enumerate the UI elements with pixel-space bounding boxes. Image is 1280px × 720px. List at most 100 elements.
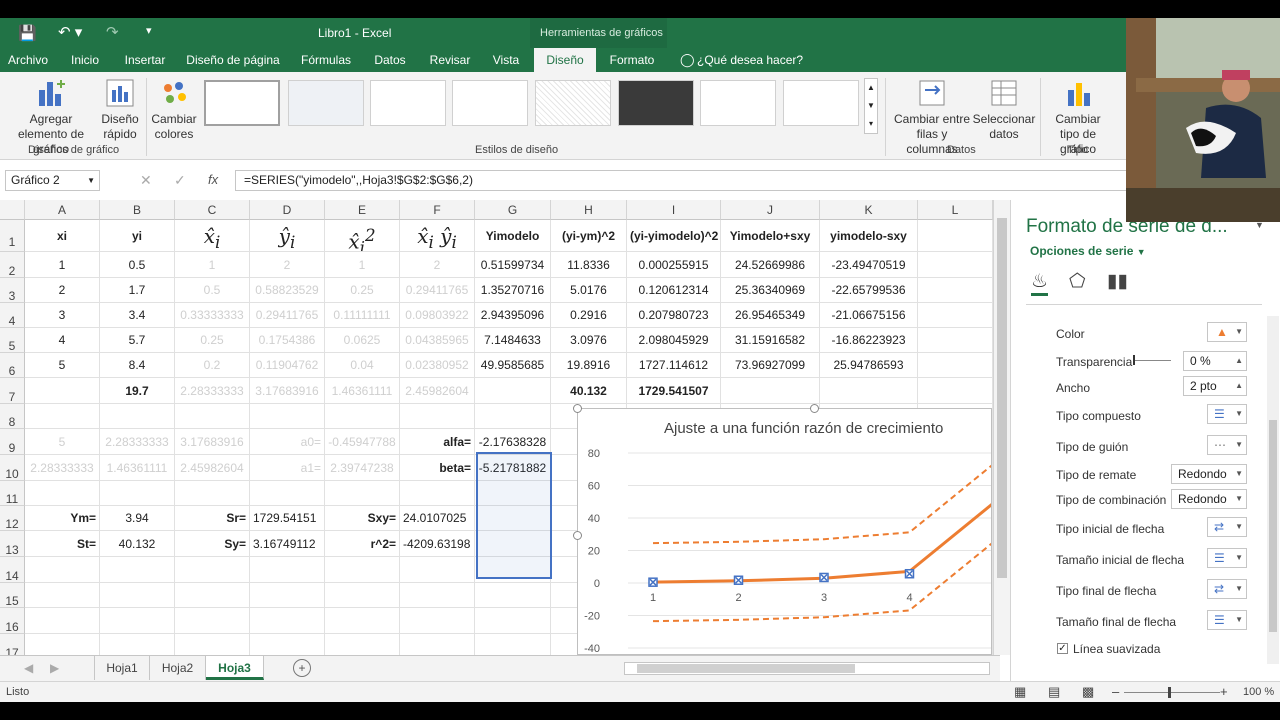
grid-cell[interactable] [400,583,475,608]
grid-cell[interactable] [25,583,100,608]
color-picker[interactable]: ▲ ▼ [1207,322,1247,342]
h-scroll-thumb[interactable] [637,664,855,673]
grid-cell[interactable] [100,583,175,608]
tell-me-box[interactable]: ¿Qué desea hacer? [697,53,803,67]
cell[interactable]: 2.94395096 [475,303,551,328]
tab-diseno[interactable]: Diseño [534,48,596,72]
cell[interactable]: 1727.114612 [627,353,721,378]
styles-scroll[interactable]: ▲ ▼ ▾ [864,78,878,134]
cell[interactable]: 40.132 [551,378,627,404]
cell[interactable]: 0.04385965 [400,328,475,353]
cell[interactable]: 2 [400,252,475,278]
chevron-down-icon[interactable]: ▼ [87,171,95,190]
cell[interactable]: 1 [25,252,100,278]
grid-cell[interactable] [475,378,551,404]
enter-icon[interactable]: ✓ [174,172,186,189]
cell[interactable]: 0.25 [325,278,400,303]
scroll-right-icon[interactable]: ▶ [50,661,59,675]
grid-cell[interactable] [250,404,325,429]
header-yi-ym[interactable]: (yi-ym)^2 [551,220,627,252]
cell[interactable]: beta= [400,455,475,481]
grid-cell[interactable] [25,404,100,429]
cell[interactable]: 1729.54151 [250,506,325,531]
grid-cell[interactable] [918,252,993,278]
cell[interactable]: 5.0176 [551,278,627,303]
vertical-scrollbar[interactable] [993,200,1010,655]
cell[interactable]: 2.39747238 [325,455,400,481]
row-header[interactable]: 5 [0,328,25,353]
cell[interactable]: 7.1484633 [475,328,551,353]
zoom-in-icon[interactable]: + [1220,684,1228,699]
grid-cell[interactable] [25,557,100,583]
grid-cell[interactable] [918,328,993,353]
page-layout-icon[interactable]: ▤ [1048,684,1060,700]
cell[interactable]: 8.4 [100,353,175,378]
cell[interactable]: 0.2916 [551,303,627,328]
grid-cell[interactable] [25,481,100,506]
grid-cell[interactable] [325,404,400,429]
header-math[interactable]: ŷi [250,220,325,252]
chart-style-4[interactable] [452,80,528,126]
row-header[interactable]: 12 [0,506,25,531]
cell[interactable]: 2.28333333 [175,378,250,404]
grid-cell[interactable] [250,634,325,655]
grid-cell[interactable] [820,378,918,404]
row-header[interactable]: 15 [0,583,25,608]
cell[interactable]: 1.46361111 [325,378,400,404]
grid-cell[interactable] [175,583,250,608]
tab-revisar[interactable]: Revisar [424,48,476,72]
grid-cell[interactable] [475,634,551,655]
cell[interactable]: 0.58823529 [250,278,325,303]
grid-cell[interactable] [475,583,551,608]
cap-type-dropdown[interactable]: Redondo ▼ [1171,464,1247,484]
cell[interactable]: 1 [325,252,400,278]
grid-cell[interactable] [400,608,475,634]
dash-type-dropdown[interactable]: ⋯ ▼ [1207,435,1247,455]
grid-cell[interactable] [175,634,250,655]
chart-style-8[interactable] [783,80,859,126]
grid-cell[interactable] [250,557,325,583]
column-header[interactable]: B [100,200,175,220]
row-header[interactable]: 13 [0,531,25,557]
grid-cell[interactable] [325,583,400,608]
normal-view-icon[interactable]: ▦ [1014,684,1026,700]
cell[interactable]: 4 [25,328,100,353]
cell[interactable]: Sr= [175,506,250,531]
undo-icon[interactable]: ↶ ▾ [58,23,82,41]
cell[interactable]: 2.28333333 [100,429,175,455]
cell[interactable]: 11.8336 [551,252,627,278]
grid-cell[interactable] [475,608,551,634]
cell[interactable]: 0.04 [325,353,400,378]
cell[interactable]: 0.09803922 [400,303,475,328]
cell[interactable]: -23.49470519 [820,252,918,278]
grid-cell[interactable] [175,481,250,506]
cell[interactable]: 5.7 [100,328,175,353]
grid-cell[interactable] [325,557,400,583]
row-header[interactable]: 17 [0,634,25,655]
cell[interactable]: -0.45947788 [325,429,400,455]
chart-handle[interactable] [573,531,582,540]
scroll-thumb[interactable] [997,218,1007,578]
cell[interactable]: 19.8916 [551,353,627,378]
grid-cell[interactable] [100,608,175,634]
sheet-tab-hoja2[interactable]: Hoja2 [150,656,206,680]
begin-arrow-type-dropdown[interactable]: ⇄ ▼ [1207,517,1247,537]
cell[interactable]: 0.120612314 [627,278,721,303]
width-input[interactable]: 2 pto ▲ [1183,376,1247,396]
chart-style-3[interactable] [370,80,446,126]
end-arrow-type-dropdown[interactable]: ⇄ ▼ [1207,579,1247,599]
cell[interactable]: -16.86223923 [820,328,918,353]
cell[interactable]: 3.17683916 [175,429,250,455]
change-colors-button[interactable]: Cambiar colores [148,78,200,142]
grid-cell[interactable] [475,404,551,429]
cell[interactable]: Sxy= [325,506,400,531]
cell[interactable]: 0.5 [175,278,250,303]
column-header[interactable]: L [918,200,993,220]
cell[interactable]: r^2= [325,531,400,557]
grid-cell[interactable] [400,557,475,583]
row-header[interactable]: 10 [0,455,25,481]
cell[interactable]: 2 [250,252,325,278]
cell[interactable]: 0.29411765 [250,303,325,328]
cell[interactable]: 1 [175,252,250,278]
sheet-tab-hoja1[interactable]: Hoja1 [94,656,150,680]
